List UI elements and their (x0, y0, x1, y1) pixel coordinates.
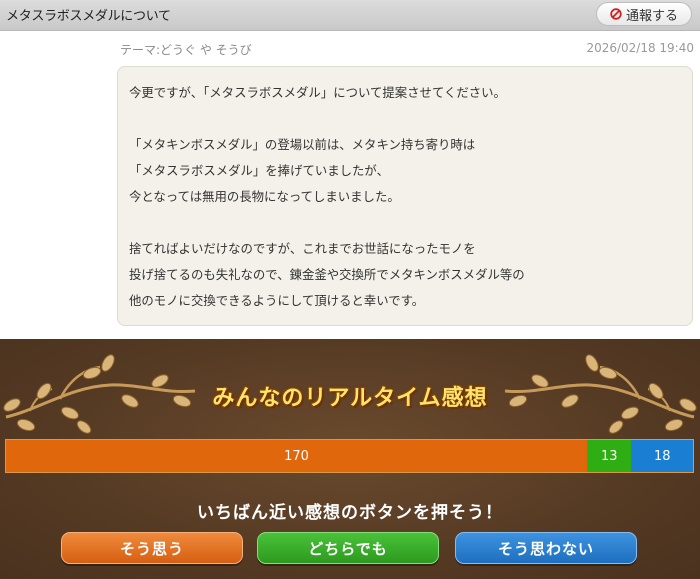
post-line: 投げ捨てるのも失礼なので、錬金釜や交換所でメタキンボスメダル等の (129, 267, 525, 282)
report-label: 通報する (625, 8, 678, 24)
prohibited-icon (610, 8, 622, 20)
post-line: 今となっては無用の長物になってしまいました。 (129, 189, 400, 204)
either-count: 13 (600, 448, 618, 464)
realtime-heading: みんなのリアルタイム感想 (212, 386, 488, 411)
agree-button-label: そう思う (119, 539, 184, 558)
post-line: 他のモノに交換できるようにして頂けると幸いです。 (129, 293, 425, 308)
post-line: 「メタスラボスメダル」を捧げていましたが、 (129, 163, 389, 178)
header-bar: メタスラボスメダルについて 通報する (0, 0, 700, 31)
vote-prompt: いちばん近い感想のボタンを押そう！ (197, 503, 503, 523)
feedback-ratio-bar: 170 13 18 (5, 439, 694, 473)
either-segment: 13 (587, 440, 632, 472)
post-body: 今更ですが、「メタスラボスメダル」について提案させてください。 「メタキンボスメ… (117, 66, 693, 326)
post-blank-line (129, 106, 692, 132)
disagree-segment: 18 (631, 440, 693, 472)
post-theme: テーマ:どうぐ や そうび (120, 43, 252, 57)
agree-count: 170 (284, 448, 309, 464)
page-title: メタスラボスメダルについて (6, 9, 171, 24)
post-date: 2026/02/18 19:40 (586, 41, 694, 55)
post-line: 捨てればよいだけなのですが、これまでお世話になったモノを (129, 241, 476, 256)
either-button-label: どちらでも (308, 539, 388, 558)
post-line: 「メタキンボスメダル」の登場以前は、メタキン持ち寄り時は (129, 137, 476, 152)
disagree-button[interactable]: そう思わない (455, 532, 637, 564)
post-line: 今更ですが、「メタスラボスメダル」について提案させてください。 (129, 85, 506, 100)
post-blank-line (129, 210, 692, 236)
agree-button[interactable]: そう思う (61, 532, 243, 564)
realtime-feedback-panel: みんなのリアルタイム感想 170 13 18 いちばん近い感想のボタンを押そう！… (0, 339, 700, 579)
agree-segment: 170 (6, 440, 588, 472)
either-button[interactable]: どちらでも (257, 532, 439, 564)
report-button[interactable]: 通報する (596, 2, 692, 26)
disagree-button-label: そう思わない (497, 539, 594, 558)
disagree-count: 18 (653, 448, 671, 464)
